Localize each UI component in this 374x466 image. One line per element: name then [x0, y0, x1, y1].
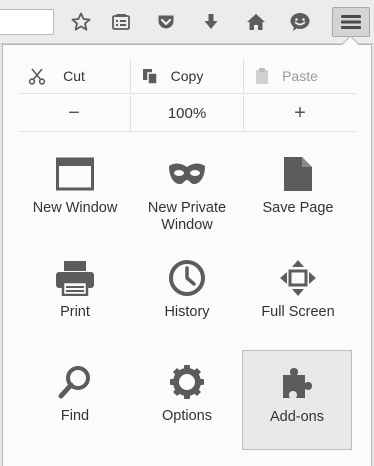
save-page-label: Save Page — [262, 200, 334, 216]
zoom-level: 100% — [167, 105, 207, 122]
new-private-window-button[interactable]: New Private Window — [132, 142, 242, 242]
zoom-in-icon: + — [294, 102, 306, 124]
download-icon[interactable] — [196, 7, 226, 37]
full-screen-button[interactable]: Full Screen — [243, 246, 353, 346]
toolbar — [0, 0, 374, 44]
hamburger-menu-icon — [340, 13, 362, 31]
options-button[interactable]: Options — [132, 350, 242, 450]
find-label: Find — [60, 408, 90, 424]
page-icon — [278, 154, 318, 194]
history-label: History — [164, 304, 210, 320]
zoom-reset-button[interactable]: 100% — [130, 96, 243, 131]
copy-label: Copy — [170, 67, 204, 84]
bookmark-star-icon[interactable] — [66, 7, 96, 37]
scissors-icon — [28, 67, 46, 85]
cut-button[interactable]: Cut — [18, 58, 130, 93]
paste-button[interactable]: Paste — [243, 58, 356, 93]
reading-list-icon[interactable] — [106, 7, 136, 37]
mask-icon — [167, 154, 207, 194]
puzzle-icon — [277, 363, 317, 403]
new-window-button[interactable]: New Window — [20, 142, 130, 242]
gear-icon — [167, 362, 207, 402]
edit-controls: Cut Copy Paste — [18, 58, 356, 94]
new-window-label: New Window — [32, 200, 118, 216]
new-private-window-label: New Private Window — [147, 200, 227, 233]
save-page-button[interactable]: Save Page — [243, 142, 353, 242]
copy-button[interactable]: Copy — [130, 58, 243, 93]
fullscreen-icon — [278, 258, 318, 298]
zoom-out-button[interactable]: − — [18, 96, 130, 131]
zoom-in-button[interactable]: + — [243, 96, 356, 131]
clock-icon — [167, 258, 207, 298]
window-icon — [55, 154, 95, 194]
copy-icon — [141, 67, 159, 85]
paste-icon — [254, 67, 270, 85]
pocket-icon[interactable] — [151, 7, 181, 37]
chat-icon[interactable] — [285, 7, 315, 37]
print-button[interactable]: Print — [20, 246, 130, 346]
history-button[interactable]: History — [132, 246, 242, 346]
zoom-controls: − 100% + — [18, 96, 356, 132]
add-ons-label: Add-ons — [269, 409, 324, 425]
full-screen-label: Full Screen — [261, 304, 335, 320]
url-bar[interactable] — [0, 9, 54, 35]
home-icon[interactable] — [241, 7, 271, 37]
menu-button[interactable] — [332, 7, 370, 37]
add-ons-button[interactable]: Add-ons — [242, 350, 352, 450]
options-label: Options — [162, 408, 212, 424]
magnifier-icon — [55, 362, 95, 402]
printer-icon — [55, 258, 95, 298]
print-label: Print — [60, 304, 90, 320]
zoom-out-icon: − — [68, 102, 80, 124]
browser-frame: Cut Copy Paste − 100% + New Window New P… — [0, 0, 374, 466]
cut-label: Cut — [63, 67, 85, 84]
find-button[interactable]: Find — [20, 350, 130, 450]
paste-label: Paste — [282, 67, 318, 84]
